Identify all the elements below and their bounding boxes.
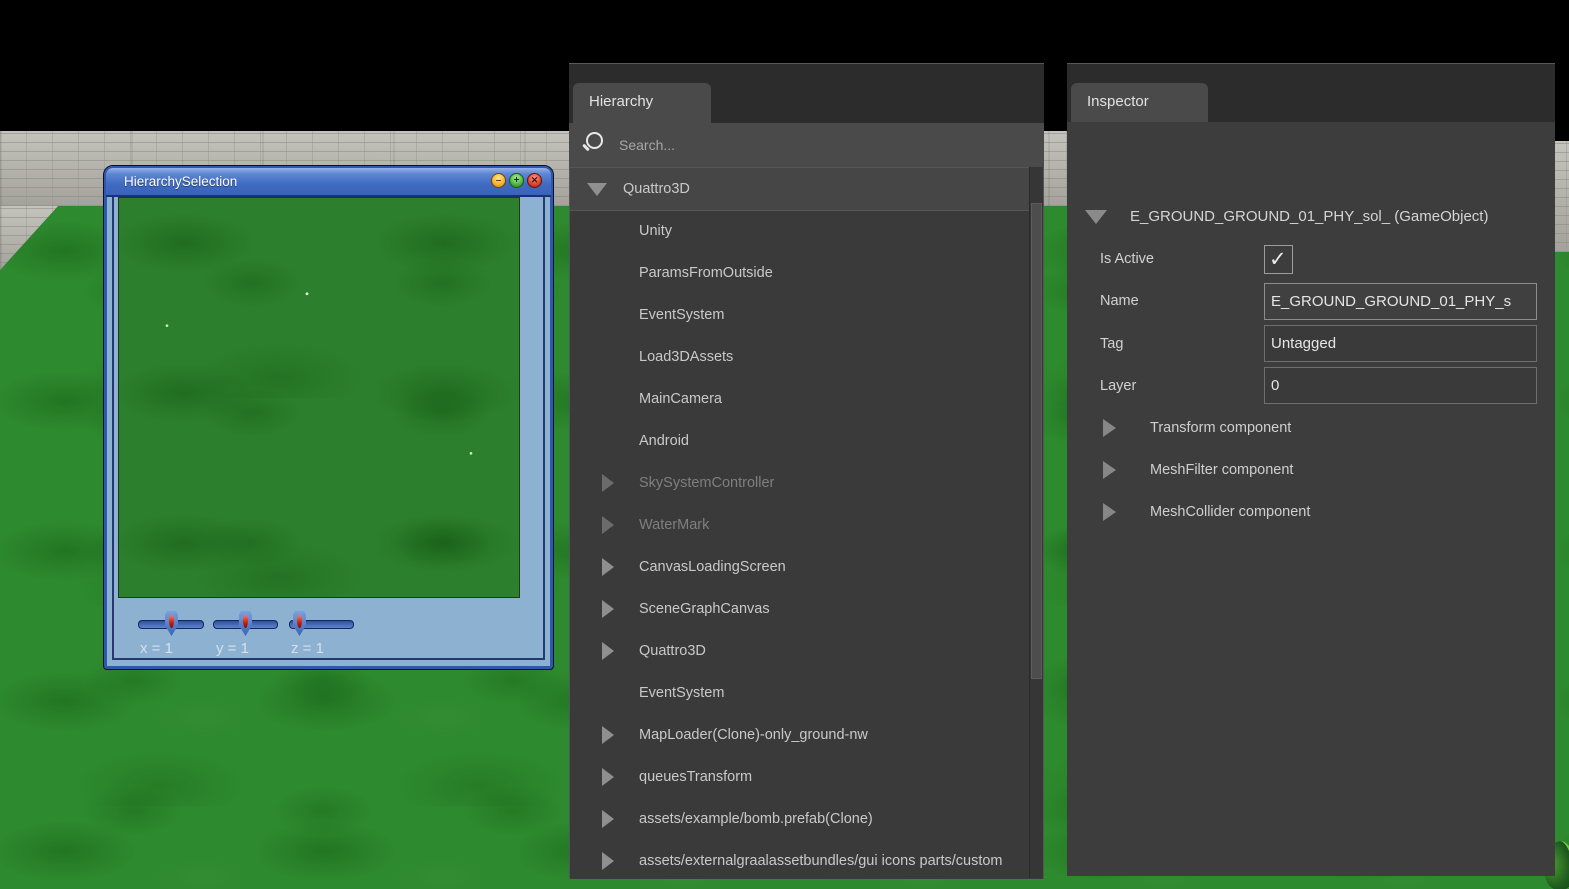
- tree-item-label: CanvasLoadingScreen: [639, 546, 786, 588]
- search-input[interactable]: [617, 129, 1001, 161]
- expand-right-icon[interactable]: [602, 726, 614, 744]
- hierarchy-scrollbar-thumb[interactable]: [1031, 203, 1042, 679]
- is-active-label: Is Active: [1100, 238, 1154, 280]
- tree-item-maploader[interactable]: MapLoader(Clone)-only_ground-nw: [570, 714, 1029, 756]
- expand-down-icon[interactable]: [587, 183, 607, 196]
- expand-right-icon[interactable]: [1103, 419, 1116, 437]
- tree-item-unity[interactable]: Unity: [570, 210, 1029, 252]
- tree-item-label: Quattro3D: [623, 168, 690, 210]
- expand-right-icon[interactable]: [1103, 503, 1116, 521]
- transform-component-row[interactable]: Transform component: [1067, 407, 1555, 449]
- name-field[interactable]: [1264, 283, 1537, 320]
- tree-item-canvasloadingscreen[interactable]: CanvasLoadingScreen: [570, 546, 1029, 588]
- tree-item-watermark[interactable]: WaterMark: [570, 504, 1029, 546]
- tree-item-label: assets/example/bomb.prefab(Clone): [639, 798, 873, 840]
- tree-item-label: queuesTransform: [639, 756, 752, 798]
- tree-item-load3dassets[interactable]: Load3DAssets: [570, 336, 1029, 378]
- tree-item-skysystemcontroller[interactable]: SkySystemController: [570, 462, 1029, 504]
- hierarchy-scrollbar[interactable]: [1029, 167, 1043, 878]
- component-label: Transform component: [1150, 407, 1291, 449]
- tree-item-label: MapLoader(Clone)-only_ground-nw: [639, 714, 868, 756]
- tree-item-label: Android: [639, 420, 689, 462]
- x-slider-track[interactable]: [138, 620, 204, 629]
- tree-item-label: SceneGraphCanvas: [639, 588, 770, 630]
- tag-label: Tag: [1100, 323, 1123, 365]
- name-label: Name: [1100, 280, 1139, 322]
- expand-right-icon[interactable]: [602, 516, 614, 534]
- tag-field[interactable]: [1264, 325, 1537, 362]
- gameobject-header-label: E_GROUND_GROUND_01_PHY_sol_ (GameObject): [1130, 196, 1488, 238]
- meshfilter-component-row[interactable]: MeshFilter component: [1067, 449, 1555, 491]
- expand-right-icon[interactable]: [602, 768, 614, 786]
- tree-item-label: Unity: [639, 210, 672, 252]
- expand-right-icon[interactable]: [602, 600, 614, 618]
- tree-item-quattro3d-2[interactable]: Quattro3D: [570, 630, 1029, 672]
- selection-preview-image: [118, 197, 520, 598]
- tree-item-label: assets/externalgraalassetbundles/gui ico…: [639, 840, 1003, 879]
- tab-inspector-label: Inspector: [1071, 83, 1208, 110]
- expand-right-icon[interactable]: [1103, 461, 1116, 479]
- y-slider-label: y = 1: [216, 640, 249, 657]
- tree-item-label: MainCamera: [639, 378, 722, 420]
- inspector-panel: Inspector E_GROUND_GROUND_01_PHY_sol_ (G…: [1067, 63, 1555, 875]
- expand-right-icon[interactable]: [602, 810, 614, 828]
- expand-right-icon[interactable]: [602, 558, 614, 576]
- gameobject-header[interactable]: E_GROUND_GROUND_01_PHY_sol_ (GameObject): [1067, 196, 1555, 238]
- expand-down-icon[interactable]: [1085, 210, 1107, 224]
- tree-item-bomb-prefab[interactable]: assets/example/bomb.prefab(Clone): [570, 798, 1029, 840]
- tree-item-label: Quattro3D: [639, 630, 706, 672]
- tree-item-label: Load3DAssets: [639, 336, 733, 378]
- tab-hierarchy[interactable]: Hierarchy: [573, 83, 711, 123]
- z-slider-label: z = 1: [291, 640, 324, 657]
- is-active-checkbox[interactable]: [1264, 245, 1293, 274]
- tree-item-label: EventSystem: [639, 294, 724, 336]
- hierarchy-selection-window: HierarchySelection – + ✕ x = 1 y = 1 z =…: [104, 166, 553, 669]
- tree-item-label: SkySystemController: [639, 462, 774, 504]
- tree-item-label: ParamsFromOutside: [639, 252, 773, 294]
- tab-hierarchy-label: Hierarchy: [573, 83, 711, 110]
- search-bar: [569, 123, 1044, 167]
- game-viewport: HierarchySelection – + ✕ x = 1 y = 1 z =…: [0, 0, 1569, 889]
- expand-right-icon[interactable]: [602, 642, 614, 660]
- maximize-button[interactable]: +: [509, 173, 524, 188]
- tree-item-eventsystem-2[interactable]: EventSystem: [570, 672, 1029, 714]
- expand-right-icon[interactable]: [602, 852, 614, 870]
- search-icon: [586, 132, 603, 149]
- meshcollider-component-row[interactable]: MeshCollider component: [1067, 491, 1555, 533]
- tree-item-gui-icons-parts[interactable]: assets/externalgraalassetbundles/gui ico…: [570, 840, 1029, 879]
- tree-item-quattro3d[interactable]: Quattro3D: [570, 168, 1029, 210]
- hierarchy-tree: Quattro3D Unity ParamsFromOutside EventS…: [569, 167, 1044, 879]
- window-controls: – + ✕: [491, 173, 542, 188]
- z-slider-track[interactable]: [289, 620, 354, 629]
- tab-inspector[interactable]: Inspector: [1071, 83, 1208, 122]
- tree-item-scenegraphcanvas[interactable]: SceneGraphCanvas: [570, 588, 1029, 630]
- close-button[interactable]: ✕: [527, 173, 542, 188]
- layer-label: Layer: [1100, 365, 1136, 407]
- window-title: HierarchySelection: [124, 168, 237, 195]
- tree-item-paramsfromoutside[interactable]: ParamsFromOutside: [570, 252, 1029, 294]
- tree-item-maincamera[interactable]: MainCamera: [570, 378, 1029, 420]
- y-slider-track[interactable]: [213, 620, 278, 629]
- expand-right-icon[interactable]: [602, 474, 614, 492]
- hierarchy-panel: Hierarchy Quattro3D Unity ParamsFromOuts…: [569, 63, 1044, 878]
- tree-item-queuestransform[interactable]: queuesTransform: [570, 756, 1029, 798]
- minimize-button[interactable]: –: [491, 173, 506, 188]
- component-label: MeshCollider component: [1150, 491, 1310, 533]
- tree-item-eventsystem[interactable]: EventSystem: [570, 294, 1029, 336]
- window-titlebar[interactable]: HierarchySelection – + ✕: [106, 168, 551, 197]
- x-slider-label: x = 1: [140, 640, 173, 657]
- tree-item-label: EventSystem: [639, 672, 724, 714]
- component-label: MeshFilter component: [1150, 449, 1293, 491]
- layer-field[interactable]: [1264, 367, 1537, 404]
- inspector-content: E_GROUND_GROUND_01_PHY_sol_ (GameObject)…: [1067, 122, 1555, 876]
- tree-item-label: WaterMark: [639, 504, 709, 546]
- tree-item-android[interactable]: Android: [570, 420, 1029, 462]
